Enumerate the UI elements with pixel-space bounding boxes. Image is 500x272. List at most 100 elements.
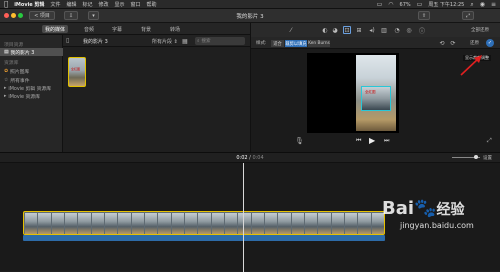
tab-titles[interactable]: 字幕 xyxy=(108,25,126,33)
video-clip[interactable] xyxy=(23,211,385,235)
menu-edit[interactable]: 编辑 xyxy=(66,1,76,8)
sidebar-item-label: iMovie 资源库 xyxy=(8,94,40,100)
skip-back-icon[interactable]: ⏮ xyxy=(356,137,361,145)
sidebar-toggle-icon[interactable]: ▯ xyxy=(66,37,69,44)
crop-icon[interactable]: ⊡ xyxy=(343,26,351,34)
timecode-total: 0:04 xyxy=(252,155,264,161)
menu-list-icon[interactable]: ≡ xyxy=(491,1,496,8)
full-screen-viewer-icon[interactable]: ⤢ xyxy=(487,137,492,145)
clip-frame xyxy=(331,213,344,234)
search-icon[interactable]: ⌕ xyxy=(470,1,473,9)
apply-checkmark-button[interactable]: ✓ xyxy=(486,39,494,47)
crop-region[interactable]: 全红图 xyxy=(361,86,391,111)
browser-title: 我的影片 3 xyxy=(83,39,108,45)
clip-frame xyxy=(238,213,251,234)
sidebar-item-label: 我的影片 3 xyxy=(10,50,35,56)
crop-options-bar: 样式: 适合 裁剪以填充 Ken Burns ⟲ ⟳ 还原 ✓ xyxy=(251,37,500,49)
share-button[interactable]: ⇪ xyxy=(418,11,430,20)
stabilization-icon[interactable]: ⊞ xyxy=(355,26,363,34)
browser-header: ▯ 我的影片 3 所有片段 ⇕ ▦ ⌕ 搜索 xyxy=(63,35,250,47)
reset-button[interactable]: 还原 xyxy=(470,40,479,46)
tab-audio[interactable]: 音频 xyxy=(80,25,98,33)
clip-frame xyxy=(265,213,278,234)
style-fit-button[interactable]: 适合 xyxy=(271,40,284,47)
clip-frame xyxy=(305,213,318,234)
clip-frame xyxy=(291,213,304,234)
magic-wand-icon[interactable]: ⁄ xyxy=(287,26,295,34)
microphone-icon[interactable]: 🎙 xyxy=(295,137,304,145)
apple-icon[interactable]:  xyxy=(4,0,8,8)
tab-my-media[interactable]: 我的媒体 xyxy=(42,25,68,33)
sidebar-item-photos[interactable]: ✿ 照片图库 xyxy=(0,67,63,75)
clip-frame xyxy=(225,213,238,234)
play-icon[interactable]: ▶ xyxy=(369,136,375,145)
app-menu[interactable]: iMovie 剪辑 xyxy=(14,1,44,8)
disclosure-triangle-icon[interactable]: ▸ xyxy=(4,94,6,99)
disclosure-triangle-icon[interactable]: ▸ xyxy=(4,86,6,91)
search-input[interactable]: ⌕ 搜索 xyxy=(195,37,245,45)
full-screen-button[interactable]: ⤢ xyxy=(462,11,474,20)
audio-track[interactable] xyxy=(23,235,385,241)
media-tabs: 我的媒体 音频 字幕 背景 转场 xyxy=(0,23,250,35)
zoom-slider-knob[interactable] xyxy=(474,155,478,159)
airplay-icon[interactable]: ▭ xyxy=(377,1,383,8)
clip-frame xyxy=(185,213,198,234)
battery-icon[interactable]: ▭ xyxy=(417,1,423,8)
clip-frame xyxy=(105,213,118,234)
share-icon: ⇪ xyxy=(421,12,427,19)
menu-help[interactable]: 帮助 xyxy=(147,1,157,8)
thumb-caption: 全红图 xyxy=(71,67,81,71)
menu-file[interactable]: 文件 xyxy=(50,1,60,8)
sidebar-item-label: iMovie 剪辑 资源库 xyxy=(8,86,51,92)
volume-icon[interactable]: ◂) xyxy=(368,26,376,34)
clip-frame xyxy=(318,213,331,234)
menu-modify[interactable]: 修改 xyxy=(98,1,108,8)
grid-icon[interactable]: ▦ xyxy=(182,38,188,45)
clock[interactable]: 周五 下午12:25 xyxy=(428,1,464,8)
speed-icon[interactable]: ◔ xyxy=(393,26,401,34)
clip-filter-select[interactable]: 所有片段 ⇕ xyxy=(152,38,178,45)
media-browser: ▯ 我的影片 3 所有片段 ⇕ ▦ ⌕ 搜索 全红图 xyxy=(63,35,250,152)
siri-icon[interactable]: ◉ xyxy=(480,1,485,8)
sidebar-section-libraries: 资源库 xyxy=(4,60,19,66)
menu-window[interactable]: 窗口 xyxy=(131,1,141,8)
settings-button[interactable]: 设置 xyxy=(483,155,492,161)
color-correction-icon[interactable]: ◕ xyxy=(331,26,339,34)
style-crop-to-fill-button[interactable]: 裁剪以填充 xyxy=(285,40,307,47)
sidebar-item-label: 照片图库 xyxy=(10,69,30,75)
info-icon[interactable]: ⓘ xyxy=(418,26,426,35)
style-ken-burns-button[interactable]: Ken Burns xyxy=(308,40,330,47)
clip-frame xyxy=(278,213,291,234)
menu-view[interactable]: 显示 xyxy=(115,1,125,8)
menu-bar:  iMovie 剪辑 文件 编辑 标记 修改 显示 窗口 帮助 ▭ ◠ 67%… xyxy=(0,0,500,9)
paw-icon: 🐾 xyxy=(414,198,437,219)
sidebar-item-label: 所有事件 xyxy=(10,78,30,84)
watermark: Bai🐾经验 jingyan.baidu.com xyxy=(382,198,474,231)
media-clip-thumbnail[interactable]: 全红图 xyxy=(68,57,86,87)
adjust-toolbar: ⁄ ◐ ◕ ⊡ ⊞ ◂) ▥ ◔ ◎ ⓘ 全部还原 xyxy=(251,23,500,37)
sidebar-section-projects: 项目资源 xyxy=(4,42,24,48)
sidebar-item-project[interactable]: ▤ 我的影片 3 xyxy=(0,48,63,56)
clip-frame xyxy=(358,213,371,234)
sidebar-item-library-1[interactable]: ▸ iMovie 剪辑 资源库 xyxy=(0,84,63,92)
clip-frame xyxy=(38,213,51,234)
window-toolbar: < 项目 ⇩ ▾ 我的影片 3 ⇪ ⤢ xyxy=(0,9,500,23)
tab-backgrounds[interactable]: 背景 xyxy=(137,25,155,33)
reset-all-button[interactable]: 全部还原 xyxy=(471,27,489,33)
filter-icon[interactable]: ◎ xyxy=(405,26,413,34)
style-label: 样式: xyxy=(256,41,267,46)
menu-mark[interactable]: 标记 xyxy=(82,1,92,8)
noise-reduction-icon[interactable]: ▥ xyxy=(380,26,388,34)
rotate-left-icon[interactable]: ⟲ xyxy=(438,39,446,47)
watermark-brand-cn: 经验 xyxy=(436,202,465,218)
skip-forward-icon[interactable]: ⏭ xyxy=(384,137,389,145)
playhead[interactable] xyxy=(243,163,244,272)
timeline-header: 0:02 / 0:04 设置 xyxy=(0,153,500,163)
tab-transitions[interactable]: 转场 xyxy=(166,25,184,33)
sidebar-item-all-events[interactable]: ☆ 所有事件 xyxy=(0,76,63,84)
color-balance-icon[interactable]: ◐ xyxy=(321,26,329,34)
rotate-right-icon[interactable]: ⟳ xyxy=(449,39,457,47)
wifi-icon[interactable]: ◠ xyxy=(388,1,393,8)
sidebar-item-library-2[interactable]: ▸ iMovie 资源库 xyxy=(0,92,63,100)
watermark-brand: Bai xyxy=(382,198,415,219)
